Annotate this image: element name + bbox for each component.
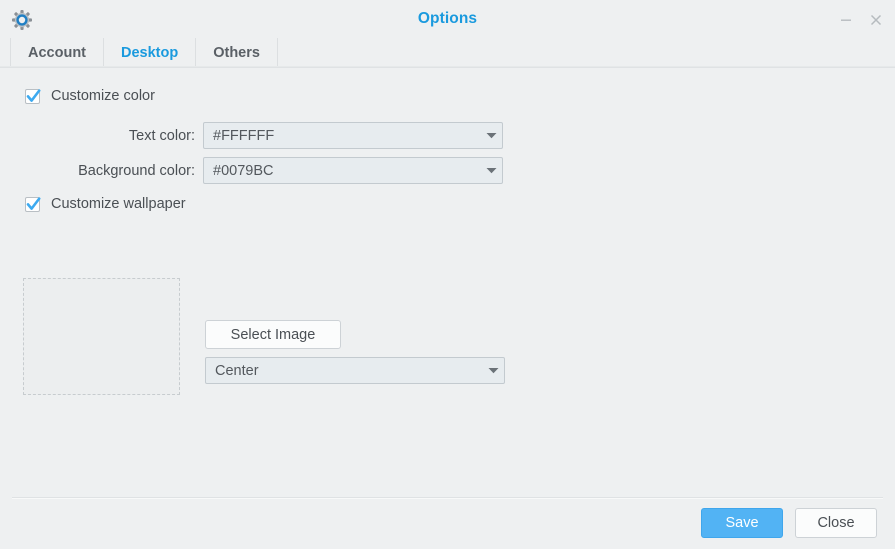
chevron-down-icon	[480, 132, 502, 139]
close-button-label: Close	[817, 515, 855, 531]
select-image-button[interactable]: Select Image	[205, 320, 341, 349]
text-color-row: Text color: #FFFFFF	[50, 122, 505, 149]
customize-color-row: Customize color	[25, 88, 155, 104]
save-button-label: Save	[725, 515, 759, 531]
text-color-value: #FFFFFF	[213, 127, 275, 144]
background-color-select[interactable]: #0079BC	[203, 157, 503, 184]
save-button[interactable]: Save	[701, 508, 783, 538]
background-color-value: #0079BC	[213, 162, 274, 179]
wallpaper-position-select[interactable]: Center	[205, 357, 505, 384]
tab-bar: Account Desktop Others	[0, 38, 895, 83]
tab-account[interactable]: Account	[10, 38, 104, 68]
customize-wallpaper-row: Customize wallpaper	[25, 196, 186, 212]
window-title: Options	[417, 10, 478, 27]
chevron-down-icon	[480, 167, 502, 174]
close-icon[interactable]	[867, 11, 885, 29]
chevron-down-icon	[482, 367, 504, 374]
tab-others-label: Others	[213, 45, 260, 61]
wallpaper-position-value: Center	[215, 362, 259, 379]
tab-desktop-label: Desktop	[121, 45, 179, 61]
customize-wallpaper-checkbox[interactable]	[25, 196, 41, 212]
background-color-row: Background color: #0079BC	[50, 157, 505, 184]
desktop-settings-panel: Customize color Text color: #FFFFFF Back…	[0, 68, 895, 497]
select-image-label: Select Image	[230, 326, 316, 343]
options-window: Options Account Desktop Others Customize…	[0, 0, 895, 549]
customize-color-label: Customize color	[51, 88, 155, 104]
text-color-select[interactable]: #FFFFFF	[203, 122, 503, 149]
dialog-footer: Save Close	[0, 497, 895, 549]
tab-desktop[interactable]: Desktop	[104, 38, 197, 83]
wallpaper-preview[interactable]	[23, 278, 180, 395]
close-button[interactable]: Close	[795, 508, 877, 538]
background-color-label: Background color:	[78, 162, 195, 179]
tab-account-label: Account	[28, 45, 86, 61]
footer-divider	[12, 497, 883, 499]
customize-color-checkbox[interactable]	[25, 88, 41, 104]
text-color-label: Text color:	[128, 127, 195, 144]
title-bar: Options	[0, 0, 895, 38]
window-controls	[837, 11, 885, 29]
tab-others[interactable]: Others	[196, 38, 278, 68]
minimize-icon[interactable]	[837, 11, 855, 29]
customize-wallpaper-label: Customize wallpaper	[51, 196, 186, 212]
